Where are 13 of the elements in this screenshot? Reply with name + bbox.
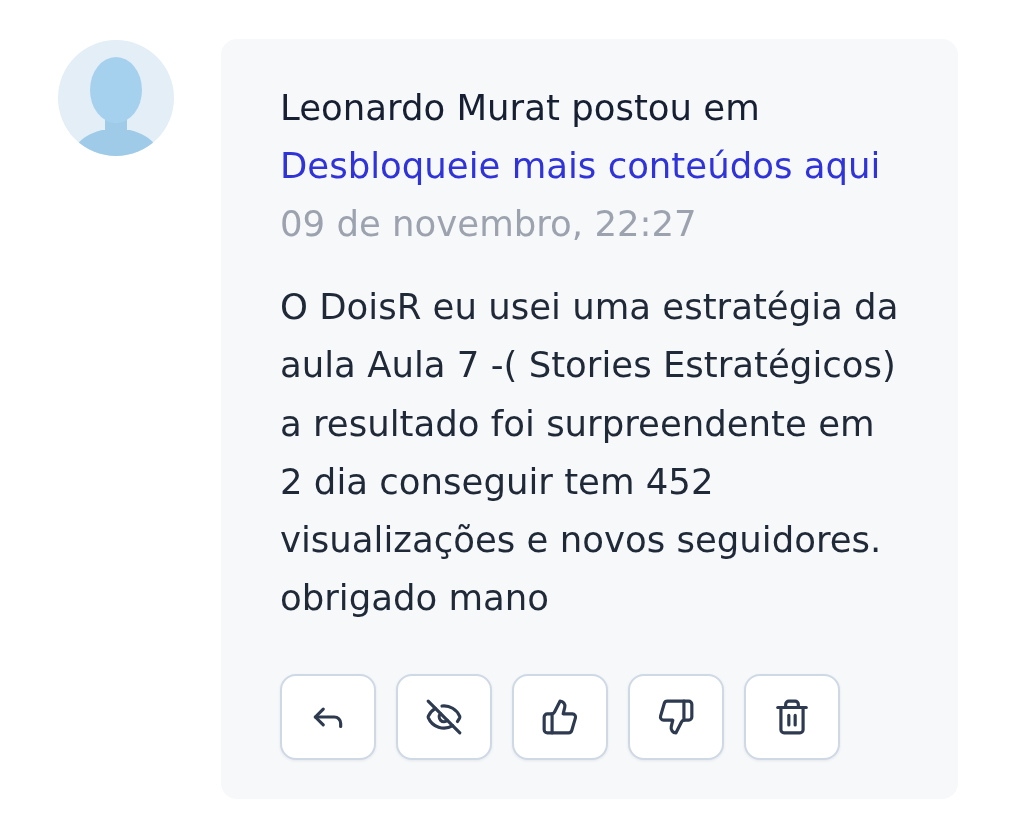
post-body: O DoisR eu usei uma estratégia da aula Aula 7 -( Stories Estratégicos) a resultado foi surpreendente em 2 dia conseguir tem 452 visualizações e novos seguidores. obrigado mano bbox=[280, 285, 899, 621]
post-link[interactable]: Desbloqueie mais conteúdos aqui bbox=[280, 137, 881, 195]
post-date: 09 de novembro, 22:27 bbox=[280, 202, 697, 246]
trash-icon bbox=[773, 697, 811, 736]
dislike-button[interactable] bbox=[628, 673, 724, 760]
reply-button[interactable] bbox=[280, 673, 376, 760]
delete-button[interactable] bbox=[744, 673, 840, 760]
eye-off-icon bbox=[425, 697, 463, 736]
thumbs-up-icon bbox=[541, 697, 579, 736]
like-button[interactable] bbox=[512, 673, 608, 760]
author-text: Leonardo Murat postou em bbox=[280, 86, 760, 130]
thumbs-down-icon bbox=[657, 697, 695, 736]
hide-button[interactable] bbox=[396, 673, 492, 760]
